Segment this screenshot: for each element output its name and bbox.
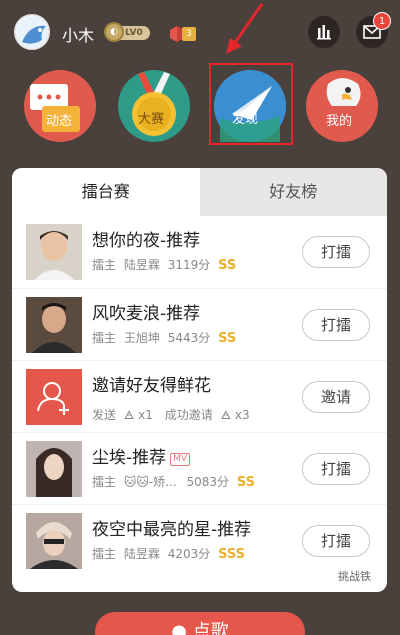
list-item[interactable]: 想你的夜-推荐 擂主 陆昱霖 3119分 SS 打擂 [12, 216, 387, 288]
challenge-button[interactable]: 打擂 [302, 236, 370, 268]
list-item[interactable]: 邀请好友得鲜花 发送 🜁 x1 成功邀请 🜁 x3 邀请 [12, 360, 387, 432]
challenge-button[interactable]: 打擂 [302, 525, 370, 557]
contest-card: 擂台赛 好友榜 想你的夜-推荐 擂主 陆昱霖 3119分 SS 打擂 风吹麦浪-… [12, 168, 387, 592]
nav-label: 大赛 [138, 112, 165, 127]
nav-dongtai[interactable]: 动态 [24, 70, 96, 142]
song-thumbnail [26, 441, 82, 497]
mic-icon: ● [171, 621, 187, 635]
grade-badge: SSS [218, 547, 245, 562]
grade-badge: SS [218, 258, 237, 273]
parrot-icon [326, 78, 361, 106]
grade-badge: SS [236, 475, 255, 490]
song-thumbnail [26, 513, 82, 569]
tab-leitai[interactable]: 擂台赛 [12, 168, 200, 216]
song-title: 想你的夜-推荐 [92, 231, 201, 251]
mv-badge: MV [170, 453, 191, 466]
song-thumbnail [26, 297, 82, 353]
song-title: 风吹麦浪-推荐 [92, 304, 201, 324]
song-meta: 擂主 🐱🐱-矫... 5083分 SS [92, 475, 255, 490]
list-item[interactable]: 风吹麦浪-推荐 擂主 王旭坤 5443分 SS 打擂 [12, 288, 387, 360]
challenge-more-link[interactable]: 挑战铁 [338, 568, 371, 584]
song-thumbnail [26, 224, 82, 280]
song-title: 夜空中最亮的星-推荐 [92, 520, 252, 540]
invite-button[interactable]: 邀请 [302, 381, 370, 413]
invite-meta: 发送 🜁 x1 成功邀请 🜁 x3 [92, 408, 250, 422]
list-item[interactable]: 夜空中最亮的星-推荐 擂主 陆昱霖 4203分 SSS 打擂 [12, 504, 387, 576]
invite-icon [26, 369, 82, 425]
tab-bar: 擂台赛 好友榜 [12, 168, 387, 216]
request-song-label: 点歌 [192, 621, 229, 635]
challenge-button[interactable]: 打擂 [302, 453, 370, 485]
flower-icon: 🜁 [220, 408, 232, 422]
nav-dasai[interactable]: 大赛 [118, 70, 190, 142]
nav-label: 动态 [46, 114, 73, 129]
nav-label: 我的 [326, 114, 353, 129]
annotation-arrow [226, 3, 264, 54]
highlight-box [209, 63, 293, 145]
song-meta: 擂主 王旭坤 5443分 SS [92, 331, 237, 346]
chat-bubble-icon [30, 84, 80, 132]
request-song-button[interactable]: ● 点歌 [95, 612, 305, 635]
invite-title: 邀请好友得鲜花 [92, 376, 211, 396]
challenge-button[interactable]: 打擂 [302, 309, 370, 341]
list-item[interactable]: 尘埃-推荐 MV 擂主 🐱🐱-矫... 5083分 SS 打擂 [12, 432, 387, 504]
grade-badge: SS [218, 331, 237, 346]
song-title: 尘埃-推荐 MV [92, 443, 191, 468]
flower-icon: 🜁 [123, 408, 135, 422]
song-meta: 擂主 陆昱霖 3119分 SS [92, 258, 237, 273]
song-meta: 擂主 陆昱霖 4203分 SSS [92, 547, 245, 562]
nav-wode[interactable]: 我的 [306, 70, 378, 142]
medal-icon [132, 72, 176, 136]
tab-friends[interactable]: 好友榜 [199, 168, 387, 216]
